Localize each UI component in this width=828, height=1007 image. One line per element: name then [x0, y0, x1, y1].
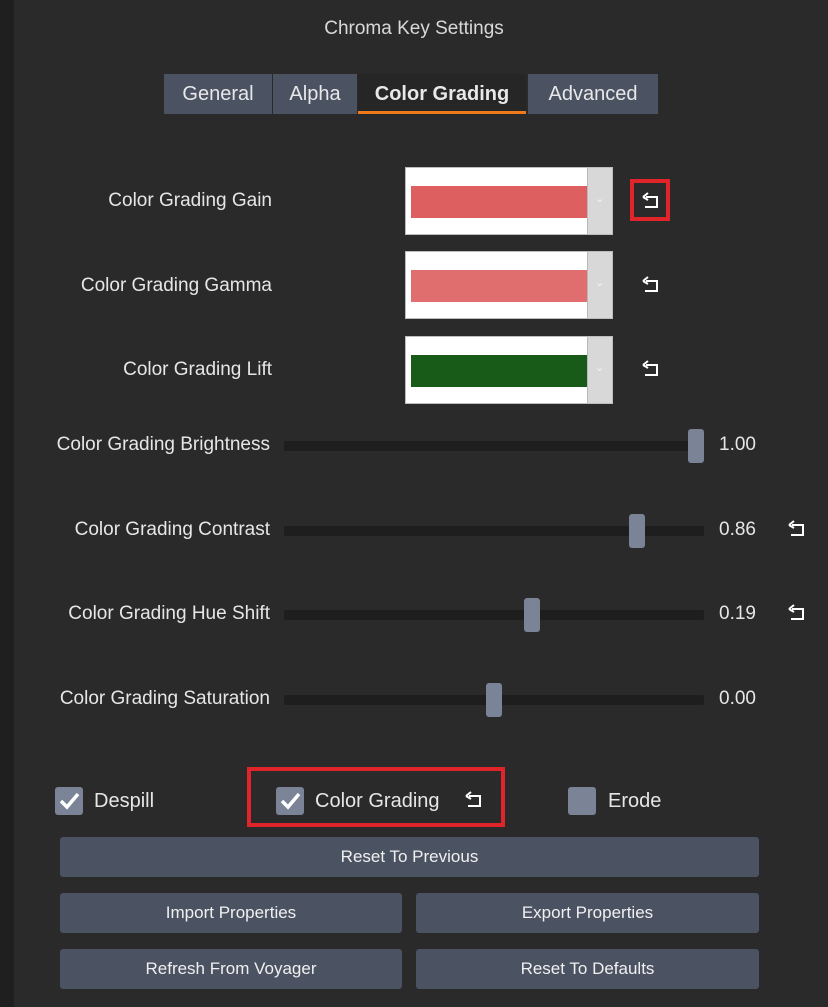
reset-icon[interactable]	[640, 359, 662, 381]
color-grading-checkbox[interactable]	[276, 787, 304, 815]
brightness-label: Color Grading Brightness	[56, 434, 270, 455]
contrast-label: Color Grading Contrast	[74, 519, 270, 540]
despill-label: Despill	[94, 790, 155, 812]
erode-checkbox[interactable]	[568, 787, 596, 815]
export-properties-button[interactable]: Export Properties	[416, 893, 759, 933]
gamma-color-picker[interactable]: ⌄	[405, 251, 613, 319]
chevron-down-icon: ⌄	[595, 362, 605, 374]
gain-color-picker[interactable]: ⌄	[405, 167, 613, 235]
brightness-slider[interactable]	[284, 429, 704, 463]
window-title: Chroma Key Settings	[324, 18, 504, 39]
import-properties-button[interactable]: Import Properties	[60, 893, 402, 933]
erode-label: Erode	[608, 790, 662, 812]
reset-icon[interactable]	[786, 603, 808, 625]
saturation-slider-thumb[interactable]	[486, 683, 502, 717]
reset-to-previous-button[interactable]: Reset To Previous	[60, 837, 759, 877]
lift-label: Color Grading Lift	[123, 359, 272, 380]
checkmark-icon	[59, 792, 80, 810]
reset-icon[interactable]	[786, 519, 808, 541]
checkmark-icon	[280, 792, 301, 810]
saturation-value: 0.00	[719, 688, 756, 709]
brightness-value: 1.00	[719, 434, 756, 455]
contrast-value: 0.86	[719, 519, 756, 540]
reset-icon[interactable]	[640, 275, 662, 297]
tab-alpha[interactable]: Alpha	[273, 74, 357, 114]
hue-shift-value: 0.19	[719, 603, 756, 624]
contrast-slider[interactable]	[284, 514, 704, 548]
tab-color-grading[interactable]: Color Grading	[358, 74, 526, 114]
color-grading-check-label: Color Grading	[315, 790, 440, 812]
saturation-label: Color Grading Saturation	[59, 688, 270, 709]
hue-shift-slider-thumb[interactable]	[523, 598, 540, 632]
gain-swatch	[411, 186, 587, 218]
gamma-swatch	[411, 270, 587, 302]
hue-shift-label: Color Grading Hue Shift	[68, 603, 270, 624]
gain-dropdown-button[interactable]: ⌄	[587, 168, 612, 234]
brightness-slider-thumb[interactable]	[687, 429, 704, 463]
hue-shift-slider[interactable]	[284, 598, 704, 632]
lift-swatch	[411, 355, 587, 387]
chevron-down-icon: ⌄	[595, 193, 605, 205]
gain-reset-highlight	[630, 179, 670, 221]
gamma-label: Color Grading Gamma	[80, 275, 272, 296]
gain-label: Color Grading Gain	[108, 190, 272, 211]
refresh-from-voyager-button[interactable]: Refresh From Voyager	[60, 949, 402, 989]
tab-advanced[interactable]: Advanced	[528, 74, 658, 114]
reset-to-defaults-button[interactable]: Reset To Defaults	[416, 949, 759, 989]
reset-icon[interactable]	[463, 790, 485, 812]
gamma-dropdown-button[interactable]: ⌄	[587, 252, 612, 318]
despill-checkbox[interactable]	[55, 787, 83, 815]
contrast-slider-thumb[interactable]	[628, 514, 645, 548]
chevron-down-icon: ⌄	[595, 277, 605, 289]
tab-general[interactable]: General	[164, 74, 272, 114]
lift-dropdown-button[interactable]: ⌄	[587, 337, 612, 403]
lift-color-picker[interactable]: ⌄	[405, 336, 613, 404]
saturation-slider[interactable]	[284, 683, 704, 717]
